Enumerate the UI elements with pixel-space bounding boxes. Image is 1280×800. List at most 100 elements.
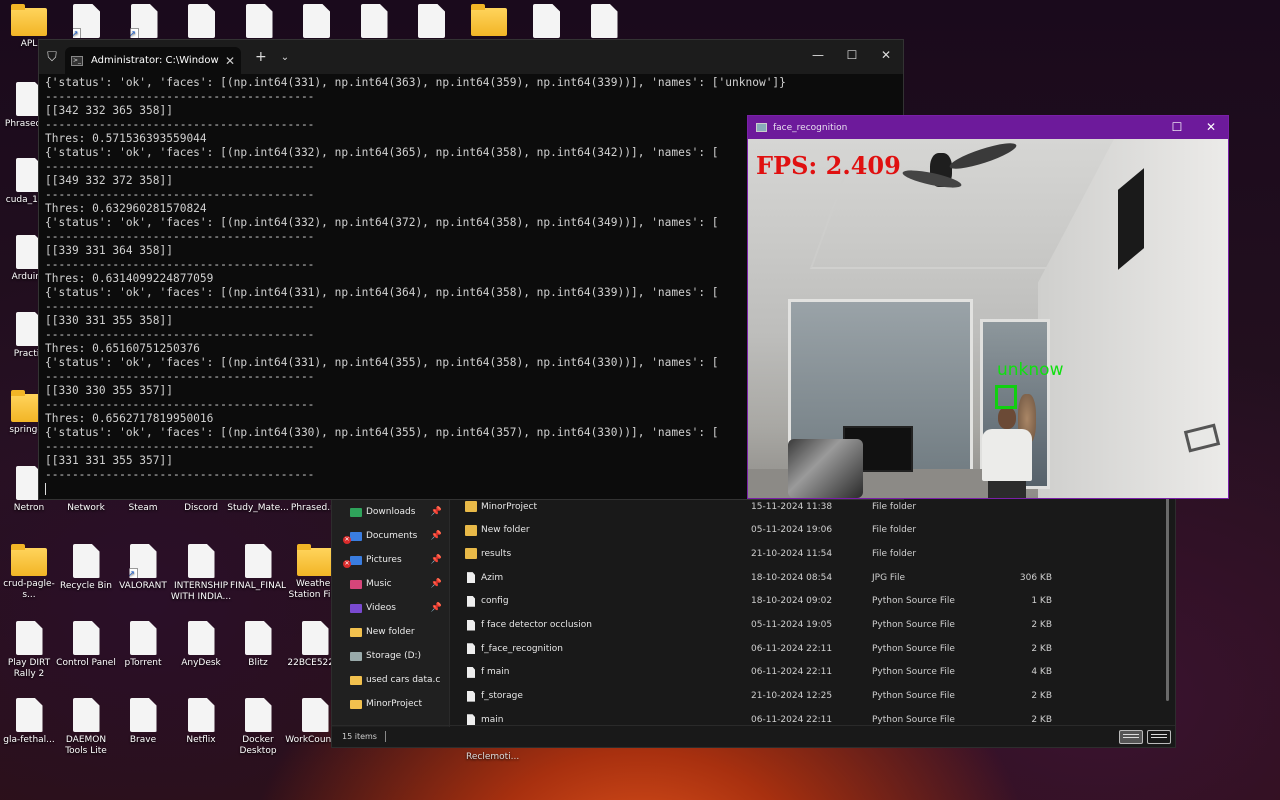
desktop-icon[interactable]: pTorrent	[111, 621, 175, 669]
pin-icon[interactable]: 📌	[431, 531, 442, 541]
terminal-tab[interactable]: >_ Administrator: C:\Windows\Sy ✕	[65, 47, 241, 74]
file-size: 4 KB	[1031, 667, 1052, 678]
folder-icon	[465, 501, 477, 512]
file-name-cell: f_storage	[465, 690, 751, 702]
close-button[interactable]: ✕	[1194, 116, 1228, 139]
pin-icon[interactable]: 📌	[431, 579, 442, 589]
desktop-icon[interactable]	[285, 4, 349, 41]
desktop-icon[interactable]: Netflix	[169, 698, 233, 746]
nav-item[interactable]: Downloads 📌	[350, 500, 450, 524]
new-tab-button[interactable]: +	[255, 49, 267, 65]
shield-icon: ⛉	[47, 49, 57, 65]
terminal-titlebar[interactable]: ⛉ >_ Administrator: C:\Windows\Sy ✕ + ⌄ …	[39, 40, 903, 74]
table-row[interactable]: results 21-10-2024 11:54 File folder	[465, 542, 1165, 565]
file-name-cell: New folder	[465, 524, 751, 536]
desktop-icon[interactable]: INTERNSHIP WITH INDIA...	[169, 544, 233, 603]
desktop-icon[interactable]: DAEMON Tools Lite	[54, 698, 118, 757]
tiles-view-button[interactable]	[1147, 730, 1171, 744]
desktop-icon[interactable]: Blitz	[226, 621, 290, 669]
nav-item-label: Music	[366, 579, 392, 589]
camera-feed: FPS: 2.409 unknow	[748, 139, 1228, 498]
nav-item[interactable]: MinorProject	[350, 692, 450, 716]
desktop-icon[interactable]: VALORANT	[111, 544, 175, 592]
table-row[interactable]: f main 06-11-2024 22:11 Python Source File…	[465, 661, 1165, 684]
table-row[interactable]: f_storage 21-10-2024 12:25 Python Source F…	[465, 685, 1165, 708]
file-icon	[73, 4, 100, 38]
desktop-icon[interactable]: Play DIRT Rally 2	[0, 621, 61, 680]
desktop-icon[interactable]: gla-fethal...	[0, 698, 61, 746]
status-divider	[384, 731, 386, 742]
desktop-icon[interactable]: Recycle Bin	[54, 544, 118, 592]
file-type: Python Source File	[872, 643, 955, 654]
desktop-icon[interactable]	[112, 4, 176, 41]
desktop-icon[interactable]: Brave	[111, 698, 175, 746]
table-row[interactable]: Azim 18-10-2024 08:54 JPG File 306 KB	[465, 566, 1165, 589]
desktop-icon[interactable]: crud-pagle-s...	[0, 544, 61, 601]
details-view-button[interactable]	[1119, 730, 1143, 744]
maximize-button[interactable]: ☐	[835, 40, 869, 70]
file-name-cell: f main	[465, 666, 751, 678]
close-button[interactable]: ✕	[869, 40, 903, 70]
nav-item[interactable]: New folder	[350, 620, 450, 644]
face-window-titlebar[interactable]: face_recognition ☐ ✕	[748, 116, 1228, 139]
desktop-icon[interactable]	[515, 4, 579, 41]
file-size: 2 KB	[1031, 714, 1052, 725]
file-icon	[187, 621, 215, 655]
file-icon	[129, 621, 157, 655]
videos-icon	[350, 603, 362, 613]
minimize-button[interactable]: —	[801, 40, 835, 70]
maximize-button[interactable]: ☐	[1160, 116, 1194, 139]
nav-item[interactable]: Storage (D:)	[350, 644, 450, 668]
ceiling-fan	[901, 139, 1048, 192]
desktop-icon[interactable]	[457, 4, 521, 39]
desktop-icon[interactable]	[572, 4, 636, 41]
desktop-icon[interactable]: AnyDesk	[169, 621, 233, 669]
tab-close-button[interactable]: ✕	[225, 54, 235, 68]
file-icon	[590, 4, 618, 38]
desktop-icon-label: Brave	[129, 735, 157, 745]
table-row[interactable]: config 18-10-2024 09:02 Python Source File…	[465, 590, 1165, 613]
desktop-icon[interactable]: FINAL_FINAL	[226, 544, 290, 592]
file-explorer-window[interactable]: Downloads 📌 ✕ Documents 📌 ✕ Pictures 📌 Music 📌 Vid…	[331, 480, 1176, 748]
nav-item[interactable]: used cars data.c	[350, 668, 450, 692]
nav-item[interactable]: ✕ Documents 📌	[343, 524, 450, 548]
scrollbar[interactable]	[1166, 495, 1169, 701]
desktop-icon[interactable]	[55, 4, 119, 41]
file-icon	[301, 621, 329, 655]
desktop-icon-label: Docker Desktop	[239, 735, 277, 756]
desktop-icon[interactable]: Docker Desktop	[226, 698, 290, 757]
status-bar: 15 items	[332, 725, 1175, 747]
desktop-icon-label: Network	[67, 503, 105, 513]
nav-item[interactable]: Music 📌	[350, 572, 450, 596]
file-icon	[244, 621, 272, 655]
pin-icon[interactable]: 📌	[431, 555, 442, 565]
desktop-icon[interactable]	[342, 4, 406, 41]
desktop-icon[interactable]	[400, 4, 464, 41]
nav-item[interactable]: ✕ Pictures 📌	[343, 548, 450, 572]
command-prompt-icon: >_	[71, 55, 83, 66]
face-recognition-window[interactable]: face_recognition ☐ ✕ FPS: 2.409 unknow	[747, 115, 1229, 499]
nav-item[interactable]: Videos 📌	[350, 596, 450, 620]
person	[978, 407, 1036, 498]
desktop-icon[interactable]	[227, 4, 291, 41]
nav-item-label: Videos	[366, 603, 396, 613]
file-type: File folder	[872, 501, 917, 512]
desktop-icon[interactable]: Control Panel	[54, 621, 118, 669]
file-icon	[130, 4, 158, 38]
file-size: 2 KB	[1031, 620, 1052, 630]
file-icon	[467, 714, 475, 726]
tab-dropdown-button[interactable]: ⌄	[281, 52, 289, 63]
desktop-icon-label: pTorrent	[124, 658, 162, 668]
folder-icon	[11, 544, 47, 576]
pin-icon[interactable]: 📌	[431, 507, 442, 517]
file-icon	[418, 4, 445, 38]
navigation-pane[interactable]: Downloads 📌 ✕ Documents 📌 ✕ Pictures 📌 Music 📌 Vid…	[332, 481, 450, 727]
table-row[interactable]: f face detector occlusion 05-11-2024 19:0…	[465, 614, 1165, 637]
desktop-icon[interactable]	[170, 4, 234, 41]
music-icon	[350, 579, 362, 589]
desktop-icon-label: crud-pagle-s...	[3, 579, 55, 600]
pin-icon[interactable]: 📌	[431, 603, 442, 613]
table-row[interactable]: New folder 05-11-2024 19:06 File folder	[465, 519, 1165, 542]
nav-item-label: Pictures	[366, 555, 402, 565]
table-row[interactable]: f_face_recognition 06-11-2024 22:11 Python…	[465, 637, 1165, 660]
